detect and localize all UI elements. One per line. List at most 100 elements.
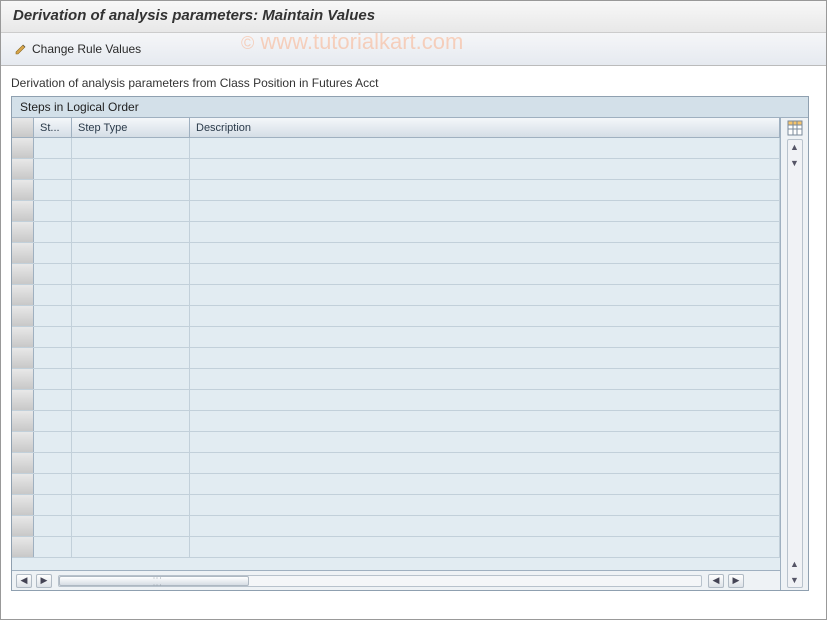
table-row[interactable]: [12, 474, 780, 495]
cell-st[interactable]: [34, 411, 72, 431]
cell-description[interactable]: [190, 411, 780, 431]
column-header-description[interactable]: Description: [190, 118, 780, 137]
hscroll-track[interactable]: [58, 575, 702, 587]
table-row[interactable]: [12, 138, 780, 159]
vscroll-up-button[interactable]: ▲: [788, 140, 802, 154]
cell-step-type[interactable]: [72, 495, 190, 515]
row-selector[interactable]: [12, 327, 34, 347]
hscroll-thumb[interactable]: [59, 576, 249, 586]
row-selector[interactable]: [12, 348, 34, 368]
table-row[interactable]: [12, 243, 780, 264]
cell-description[interactable]: [190, 327, 780, 347]
select-all-corner[interactable]: [12, 118, 34, 137]
cell-step-type[interactable]: [72, 306, 190, 326]
cell-description[interactable]: [190, 453, 780, 473]
row-selector[interactable]: [12, 285, 34, 305]
cell-step-type[interactable]: [72, 411, 190, 431]
cell-step-type[interactable]: [72, 222, 190, 242]
cell-st[interactable]: [34, 474, 72, 494]
table-row[interactable]: [12, 369, 780, 390]
change-rule-values-button[interactable]: Change Rule Values: [9, 39, 150, 59]
cell-st[interactable]: [34, 138, 72, 158]
cell-step-type[interactable]: [72, 537, 190, 557]
table-row[interactable]: [12, 285, 780, 306]
cell-step-type[interactable]: [72, 159, 190, 179]
table-row[interactable]: [12, 348, 780, 369]
row-selector[interactable]: [12, 369, 34, 389]
table-row[interactable]: [12, 453, 780, 474]
row-selector[interactable]: [12, 264, 34, 284]
table-row[interactable]: [12, 222, 780, 243]
cell-description[interactable]: [190, 432, 780, 452]
table-row[interactable]: [12, 327, 780, 348]
table-row[interactable]: [12, 306, 780, 327]
table-row[interactable]: [12, 180, 780, 201]
row-selector[interactable]: [12, 390, 34, 410]
row-selector[interactable]: [12, 432, 34, 452]
row-selector[interactable]: [12, 243, 34, 263]
cell-step-type[interactable]: [72, 453, 190, 473]
cell-step-type[interactable]: [72, 243, 190, 263]
row-selector[interactable]: [12, 411, 34, 431]
cell-description[interactable]: [190, 306, 780, 326]
table-row[interactable]: [12, 201, 780, 222]
cell-st[interactable]: [34, 201, 72, 221]
cell-step-type[interactable]: [72, 285, 190, 305]
cell-description[interactable]: [190, 138, 780, 158]
table-row[interactable]: [12, 411, 780, 432]
cell-description[interactable]: [190, 285, 780, 305]
hscroll-left-step2-button[interactable]: ◀: [708, 574, 724, 588]
table-row[interactable]: [12, 495, 780, 516]
cell-st[interactable]: [34, 495, 72, 515]
row-selector[interactable]: [12, 138, 34, 158]
row-selector[interactable]: [12, 201, 34, 221]
cell-description[interactable]: [190, 264, 780, 284]
table-settings-icon[interactable]: [786, 119, 804, 137]
cell-description[interactable]: [190, 390, 780, 410]
cell-st[interactable]: [34, 348, 72, 368]
cell-description[interactable]: [190, 516, 780, 536]
cell-st[interactable]: [34, 285, 72, 305]
cell-step-type[interactable]: [72, 138, 190, 158]
table-row[interactable]: [12, 264, 780, 285]
table-row[interactable]: [12, 390, 780, 411]
cell-step-type[interactable]: [72, 348, 190, 368]
cell-description[interactable]: [190, 474, 780, 494]
cell-st[interactable]: [34, 159, 72, 179]
row-selector[interactable]: [12, 495, 34, 515]
row-selector[interactable]: [12, 306, 34, 326]
column-header-st[interactable]: St...: [34, 118, 72, 137]
cell-step-type[interactable]: [72, 264, 190, 284]
row-selector[interactable]: [12, 180, 34, 200]
table-row[interactable]: [12, 432, 780, 453]
cell-description[interactable]: [190, 348, 780, 368]
cell-st[interactable]: [34, 243, 72, 263]
row-selector[interactable]: [12, 474, 34, 494]
cell-st[interactable]: [34, 390, 72, 410]
table-row[interactable]: [12, 537, 780, 558]
hscroll-right-step-button[interactable]: ▶: [36, 574, 52, 588]
cell-st[interactable]: [34, 180, 72, 200]
column-header-step-type[interactable]: Step Type: [72, 118, 190, 137]
cell-step-type[interactable]: [72, 201, 190, 221]
vertical-scrollbar[interactable]: ▲ ▼ ▲ ▼: [787, 139, 803, 588]
cell-description[interactable]: [190, 222, 780, 242]
row-selector[interactable]: [12, 159, 34, 179]
cell-st[interactable]: [34, 264, 72, 284]
hscroll-right-button[interactable]: ▶: [728, 574, 744, 588]
cell-st[interactable]: [34, 327, 72, 347]
table-row[interactable]: [12, 516, 780, 537]
cell-step-type[interactable]: [72, 180, 190, 200]
row-selector[interactable]: [12, 516, 34, 536]
cell-step-type[interactable]: [72, 327, 190, 347]
cell-st[interactable]: [34, 537, 72, 557]
cell-st[interactable]: [34, 369, 72, 389]
cell-description[interactable]: [190, 180, 780, 200]
cell-description[interactable]: [190, 495, 780, 515]
cell-step-type[interactable]: [72, 516, 190, 536]
table-row[interactable]: [12, 159, 780, 180]
cell-description[interactable]: [190, 537, 780, 557]
cell-st[interactable]: [34, 516, 72, 536]
cell-st[interactable]: [34, 306, 72, 326]
hscroll-left-button[interactable]: ◀: [16, 574, 32, 588]
